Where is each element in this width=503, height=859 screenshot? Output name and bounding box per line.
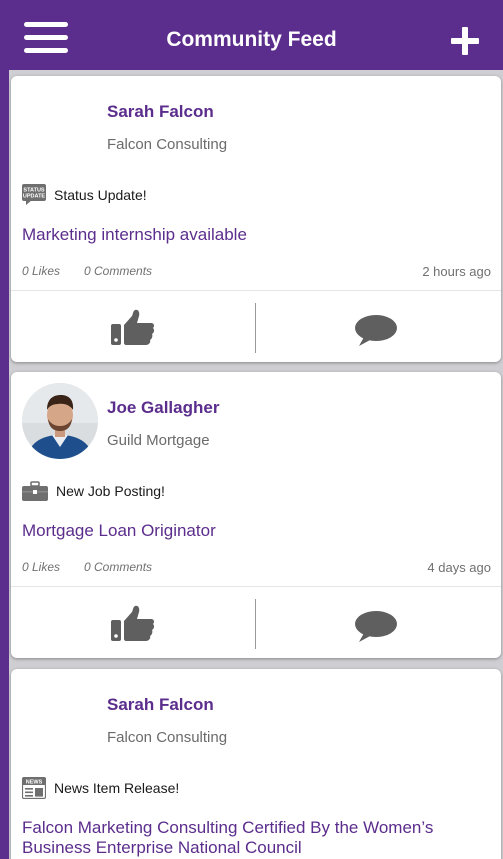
comment-button[interactable] [256,587,501,659]
feed-post[interactable]: Joe Gallagher Guild Mortgage New Job Pos… [11,372,501,658]
page-title: Community Feed [166,28,337,51]
feed-post[interactable]: Sarah Falcon Falcon Consulting STATUS UP… [11,76,501,362]
post-type: STATUS UPDATE Status Update! [22,184,147,206]
post-type-label: New Job Posting! [56,483,165,499]
post-title[interactable]: Mortgage Loan Originator [22,521,492,541]
thumbs-up-icon [111,605,155,641]
comments-count: 0 Comments [84,560,153,574]
post-type: NEWS News Item Release! [22,777,179,799]
post-timestamp: 2 hours ago [422,264,491,279]
post-title[interactable]: Falcon Marketing Consulting Certified By… [22,818,492,858]
avatar[interactable] [22,383,98,459]
post-actions [11,290,501,363]
feed-post[interactable]: Sarah Falcon Falcon Consulting NEWS News… [11,669,501,859]
post-timestamp: 4 days ago [427,560,491,575]
app-screen: Community Feed Sarah Falcon Falcon Consu… [0,0,503,859]
post-author[interactable]: Joe Gallagher [107,398,219,418]
likes-count: 0 Likes [22,264,61,278]
post-type-label: Status Update! [54,187,147,203]
likes-count: 0 Likes [22,560,61,574]
svg-text:NEWS: NEWS [26,780,43,786]
svg-text:UPDATE: UPDATE [23,194,46,200]
status-update-icon: STATUS UPDATE [22,184,46,205]
post-author[interactable]: Sarah Falcon [107,102,214,122]
comment-button[interactable] [256,291,501,363]
post-company: Falcon Consulting [107,136,228,153]
post-company: Falcon Consulting [107,729,228,746]
hamburger-menu-icon [24,22,68,27]
news-icon: NEWS [22,777,46,799]
like-button[interactable] [11,587,255,659]
plus-icon-stroke [462,27,468,55]
add-post-button[interactable] [451,27,479,55]
post-title[interactable]: Marketing internship available [22,225,492,245]
post-author[interactable]: Sarah Falcon [107,695,214,715]
post-company: Guild Mortgage [107,432,210,449]
briefcase-icon [22,481,48,501]
post-type-label: News Item Release! [54,780,180,796]
post-actions [11,586,501,659]
post-type: New Job Posting! [22,480,165,502]
community-feed[interactable]: Sarah Falcon Falcon Consulting STATUS UP… [9,70,503,859]
thumbs-up-icon [111,309,155,345]
profile-photo [22,383,98,459]
comments-count: 0 Comments [84,264,153,278]
app-header: Community Feed [0,0,503,70]
comment-bubble-icon [355,611,397,642]
comment-bubble-icon [355,315,397,346]
like-button[interactable] [11,291,255,363]
